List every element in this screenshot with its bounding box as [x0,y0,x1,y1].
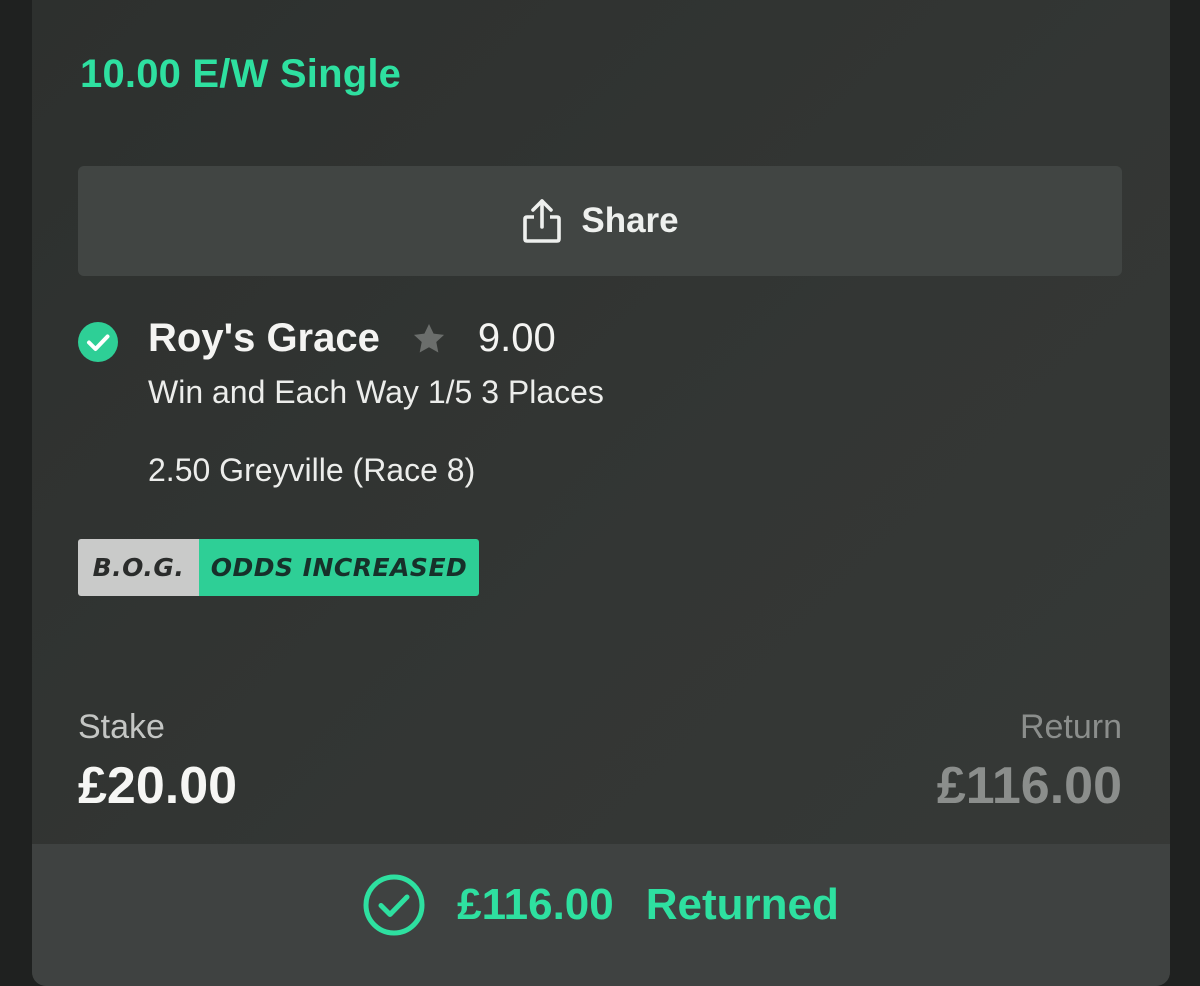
share-label: Share [581,201,679,240]
check-circle-icon [78,322,118,362]
share-icon [523,199,562,243]
return-label: Return [1019,708,1122,746]
returned-status: £116.00 Returned [363,874,839,936]
bog-odds-increased-badge: B.O.G. ODDS INCREASED [78,539,479,596]
bog-badge: B.O.G. [78,539,199,596]
event-name: 2.50 Greyville (Race 8) [148,452,476,488]
horse-row: Roy's Grace 9.00 [148,316,556,361]
stake-label: Stake [78,708,165,746]
odds-increased-badge: ODDS INCREASED [199,539,479,596]
bet-card: 10.00 E/W Single Share Roy's Grace 9.00 … [32,0,1170,986]
returned-amount: £116.00 [457,880,614,929]
share-button[interactable]: Share [78,166,1122,276]
check-circle-outline-icon [363,874,425,936]
selection-odds: 9.00 [477,316,556,360]
return-value: £116.00 [936,757,1122,815]
returned-footer: £116.00 Returned [32,844,1170,986]
market-description: Win and Each Way 1/5 3 Places [148,374,604,410]
bet-title: 10.00 E/W Single [80,52,402,96]
stake-value: £20.00 [78,757,238,815]
star-icon[interactable] [410,320,448,358]
returned-text: £116.00 Returned [457,880,839,930]
returned-status-label: Returned [645,880,839,929]
horse-name: Roy's Grace [148,316,380,360]
